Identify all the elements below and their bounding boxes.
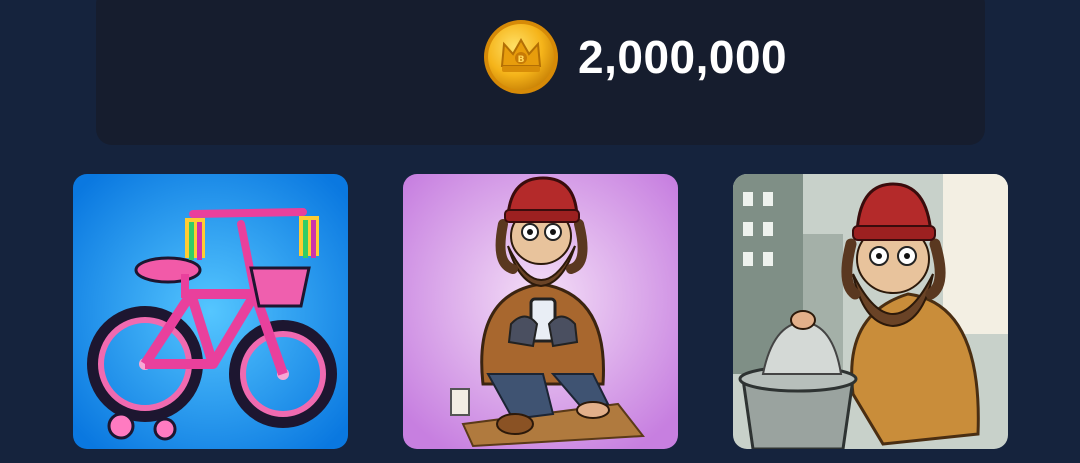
shop-screen: B 2,000,000 [0,0,1080,463]
balance-row: B 2,000,000 [482,18,787,96]
balance-amount: 2,000,000 [578,31,788,83]
shop-item-homeless-man-phone[interactable] [403,174,678,449]
svg-text:B: B [518,55,525,65]
shop-item-grid [73,174,1008,450]
homeless-man-trash-image [733,174,1008,449]
homeless-man-phone-image [403,174,678,449]
balance-panel: B 2,000,000 [96,0,985,145]
shop-item-bicycle[interactable] [73,174,348,449]
shop-item-homeless-man-trash[interactable] [733,174,1008,449]
bicycle-image [73,174,348,449]
crown-coin-icon: B [484,20,558,94]
